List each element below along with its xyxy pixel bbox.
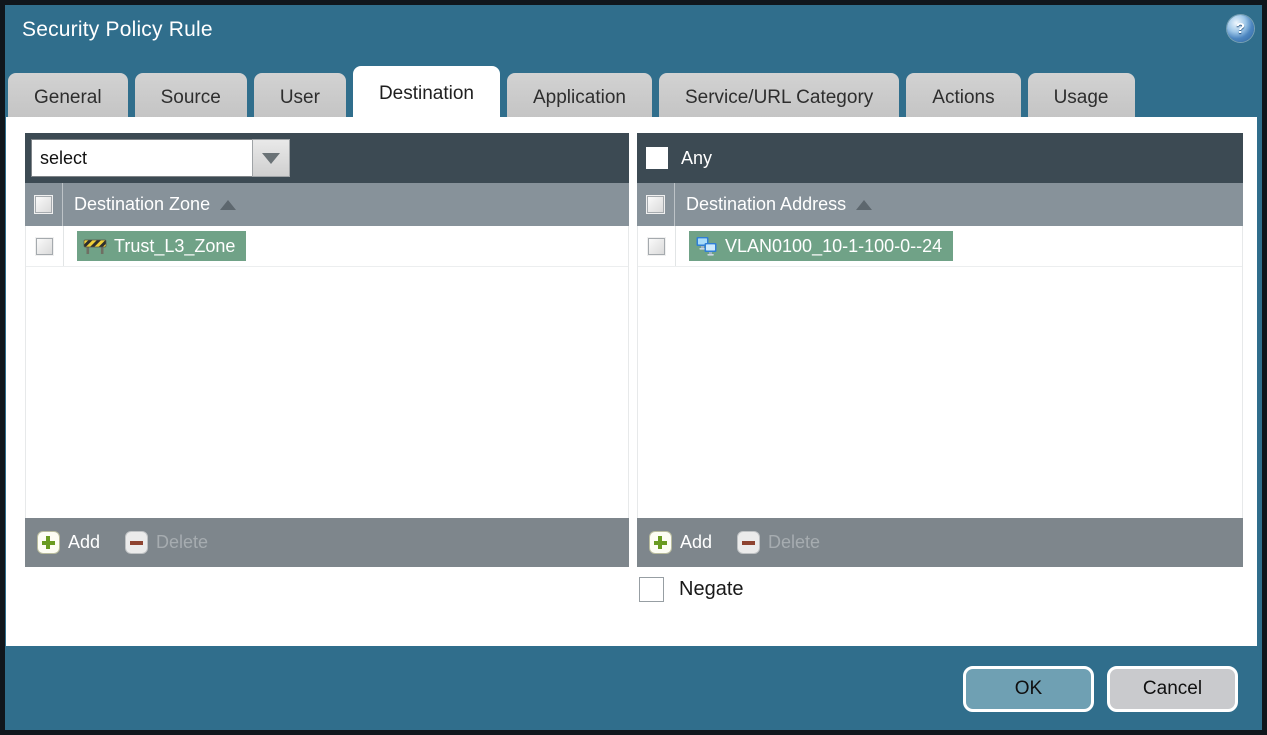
chevron-down-icon [262, 152, 280, 164]
tab-actions[interactable]: Actions [906, 73, 1021, 122]
ok-button[interactable]: OK [963, 666, 1094, 712]
security-policy-rule-dialog: Security Policy Rule ? General Source Us… [0, 0, 1267, 735]
tab-service-url-category[interactable]: Service/URL Category [658, 73, 900, 122]
zone-row-checkbox[interactable] [35, 236, 54, 256]
negate-checkbox[interactable] [639, 577, 664, 602]
zone-panel-toolbar [25, 133, 629, 183]
add-button-label: Add [680, 532, 713, 552]
zone-delete-button[interactable]: Delete [125, 531, 208, 554]
any-checkbox[interactable] [646, 147, 668, 169]
add-plus-icon [37, 531, 60, 554]
zone-item-trust-l3-zone[interactable]: Trust_L3_Zone [77, 231, 247, 261]
add-button-label: Add [68, 532, 101, 552]
zone-column-header-row: Destination Zone [25, 183, 629, 226]
destination-zone-panel: Destination Zone [25, 133, 629, 567]
tab-user[interactable]: User [253, 73, 346, 122]
zone-panel-footer: Add Delete [25, 518, 629, 567]
tab-destination[interactable]: Destination [352, 66, 500, 122]
address-panel-toolbar: Any [637, 133, 1243, 183]
destination-tab-content: Destination Zone [6, 117, 1257, 646]
tab-usage[interactable]: Usage [1027, 73, 1135, 122]
add-plus-icon [649, 531, 672, 554]
cancel-button[interactable]: Cancel [1107, 666, 1238, 712]
table-row: Trust_L3_Zone [26, 226, 628, 267]
address-column-header-row: Destination Address [637, 183, 1243, 226]
negate-row: Negate [639, 577, 744, 602]
tab-general[interactable]: General [8, 73, 128, 122]
tab-bar: General Source User Destination Applicat… [8, 66, 1135, 122]
address-header-checkbox-cell [637, 183, 675, 226]
tab-application[interactable]: Application [507, 73, 652, 122]
address-row-checkbox[interactable] [647, 236, 666, 256]
help-icon[interactable]: ? [1227, 15, 1254, 42]
zone-barrier-icon [83, 237, 107, 255]
zone-row-checkbox-cell [26, 226, 64, 266]
any-checkbox-group: Any [646, 147, 712, 169]
question-mark-glyph: ? [1235, 20, 1246, 37]
address-delete-button[interactable]: Delete [737, 531, 820, 554]
zone-list: Trust_L3_Zone [25, 226, 629, 518]
negate-label: Negate [679, 578, 744, 600]
address-item-label: VLAN0100_10-1-100-0--24 [725, 235, 943, 256]
tab-source[interactable]: Source [134, 73, 247, 122]
delete-button-label: Delete [156, 532, 209, 552]
address-list: VLAN0100_10-1-100-0--24 [637, 226, 1243, 518]
address-row-checkbox-cell [638, 226, 676, 266]
table-row: VLAN0100_10-1-100-0--24 [638, 226, 1242, 267]
delete-minus-icon [125, 531, 149, 554]
delete-minus-icon [737, 531, 761, 554]
zone-select-input[interactable] [31, 139, 252, 177]
address-select-all-checkbox[interactable] [646, 195, 665, 214]
zone-select-all-checkbox[interactable] [34, 195, 53, 214]
sort-ascending-icon[interactable] [856, 199, 873, 210]
zone-item-label: Trust_L3_Zone [114, 235, 236, 256]
delete-button-label: Delete [768, 532, 821, 552]
sort-ascending-icon[interactable] [220, 199, 237, 210]
dialog-title: Security Policy Rule [22, 18, 213, 41]
address-item-vlan0100[interactable]: VLAN0100_10-1-100-0--24 [689, 231, 954, 261]
address-add-button[interactable]: Add [649, 531, 712, 554]
any-label: Any [681, 147, 713, 168]
zone-select-combobox [31, 139, 290, 177]
title-bar: Security Policy Rule ? [5, 5, 1262, 66]
zone-column-header-label[interactable]: Destination Zone [74, 194, 210, 215]
address-column-header-label[interactable]: Destination Address [686, 194, 846, 215]
address-panel-footer: Add Delete [637, 518, 1243, 567]
network-computers-icon [695, 236, 718, 256]
zone-select-dropdown-button[interactable] [252, 139, 290, 177]
zone-header-checkbox-cell [25, 183, 63, 226]
zone-add-button[interactable]: Add [37, 531, 100, 554]
destination-address-panel: Any Destination Address VLAN0100_10-1-10… [637, 133, 1243, 567]
